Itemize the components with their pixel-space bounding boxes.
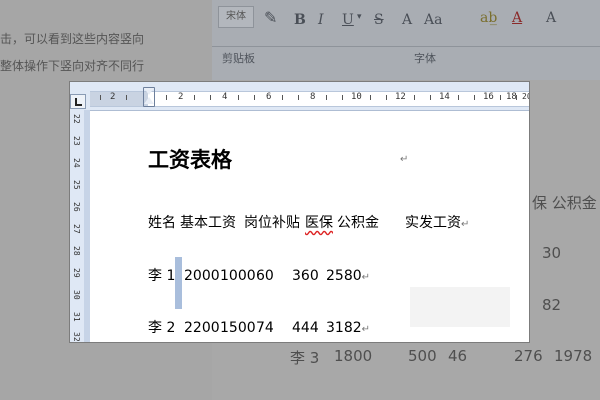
background-value-2: 82 <box>542 296 562 314</box>
document-body[interactable]: 工资表格 ↵ 姓名 基本工资 岗位补贴 医保 公积金 实发工资↵ 李 1 200010006… <box>70 82 529 342</box>
table-row[interactable]: 李 1 2000100060 360 2580↵ <box>148 265 370 285</box>
char-shading-icon: A <box>546 10 557 26</box>
row-net: 2580 <box>326 268 362 284</box>
highlight-icon: ab̲ <box>480 10 498 26</box>
background-row3-insurance: 46 <box>448 347 468 365</box>
font-name-box: 宋体 <box>218 6 254 28</box>
paragraph-mark-icon: ↵ <box>461 219 470 230</box>
row-net: 3182 <box>326 320 362 336</box>
header-base-salary: 基本工资 <box>180 215 236 231</box>
font-group-label: 字体 <box>414 52 436 65</box>
header-insurance: 医保 <box>305 215 333 231</box>
row-fund: 444 <box>292 320 319 336</box>
row-fund: 360 <box>292 268 319 284</box>
italic-button: I <box>318 12 324 28</box>
header-fund: 公积金 <box>337 215 379 231</box>
header-allowance: 岗位补贴 <box>244 215 300 231</box>
row-allowance: 1000 <box>220 268 256 284</box>
background-row3-name: 李 3 <box>290 349 320 367</box>
background-header-fragment: 保 公积金 <box>532 194 597 212</box>
row-allowance: 1500 <box>220 320 256 336</box>
row-base: 2000 <box>184 268 220 284</box>
row-base: 2200 <box>184 320 220 336</box>
row-insurance: 74 <box>256 320 274 336</box>
change-case-button: Aa <box>424 12 443 28</box>
row-insurance: 60 <box>256 268 274 284</box>
background-text-line-1: 击，可以看到这些内容竖向 <box>0 32 145 46</box>
clipboard-group-label: 剪贴板 <box>222 52 255 65</box>
underline-dropdown-icon: ▾ <box>357 12 362 22</box>
header-name: 姓名 <box>148 215 176 231</box>
background-ribbon: 宋体 ✎ B I U ▾ S A Aa ab̲ A A 剪贴板 字体 <box>212 0 600 80</box>
strikethrough-button: S <box>374 12 384 28</box>
row-name: 李 1 <box>148 268 176 284</box>
font-color-icon: A <box>512 10 523 26</box>
table-row[interactable]: 李 2 2200150074 444 3182↵ <box>148 317 370 337</box>
zoomed-document-window: 2 2 4 6 8 10 12 14 16 18 20 22 23 <box>70 82 529 342</box>
bold-button: B <box>294 12 306 28</box>
row-name: 李 2 <box>148 320 176 336</box>
header-net-pay: 实发工资 <box>405 215 461 231</box>
document-title[interactable]: 工资表格 <box>148 144 232 174</box>
paragraph-mark-icon: ↵ <box>400 154 409 165</box>
ribbon-separator <box>212 46 600 47</box>
header-row[interactable]: 姓名 基本工资 岗位补贴 医保 公积金 实发工资↵ <box>148 212 469 232</box>
background-text-line-2: 整体操作下竖向对齐不同行 <box>0 59 145 73</box>
paragraph-mark-icon: ↵ <box>361 324 371 335</box>
paragraph-mark-icon: ↵ <box>361 272 371 283</box>
background-row3-fund: 276 <box>514 347 543 365</box>
underline-button: U <box>342 12 354 28</box>
format-painter-icon: ✎ <box>264 8 278 27</box>
background-row3-base: 1800 <box>334 347 373 365</box>
background-row3-net: 1978 <box>554 347 593 365</box>
font-color-a-button: A <box>402 12 413 28</box>
background-row3-allowance: 500 <box>408 347 437 365</box>
blurred-watermark <box>410 287 510 327</box>
background-value-1: 30 <box>542 244 562 262</box>
